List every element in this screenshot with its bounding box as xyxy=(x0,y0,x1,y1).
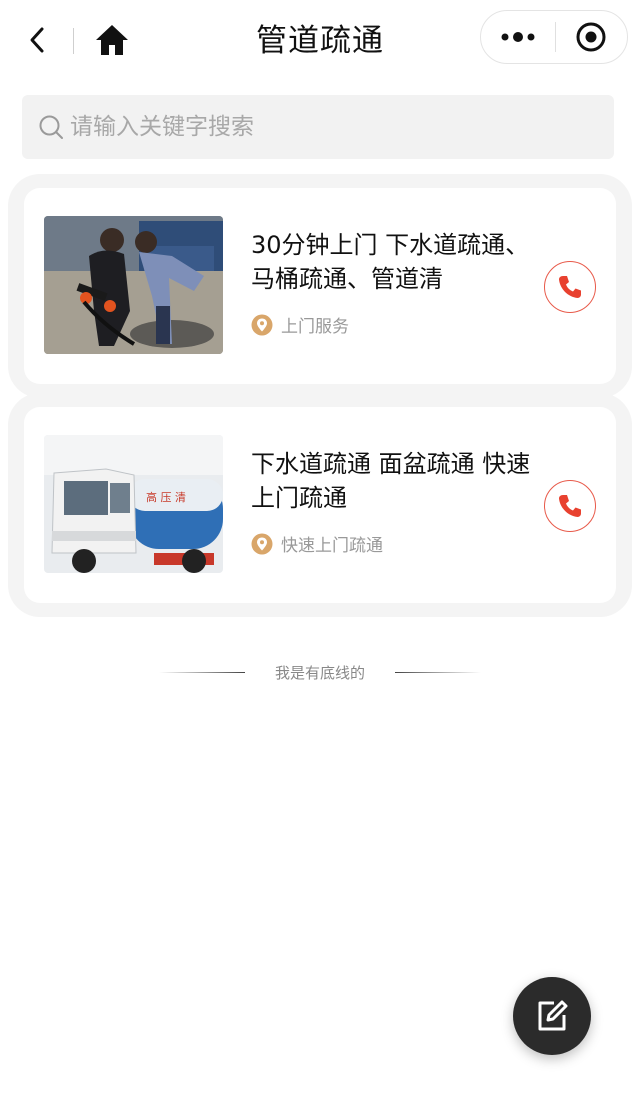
phone-icon xyxy=(559,276,581,298)
home-button[interactable] xyxy=(93,20,131,60)
more-dots-icon xyxy=(501,32,535,42)
listing-tag: 上门服务 xyxy=(251,312,541,337)
search-input[interactable] xyxy=(70,114,590,140)
listing-thumbnail xyxy=(44,216,223,354)
listing-body: 30分钟上门 下水道疏通、马桶疏通、管道清 上门服务 xyxy=(251,228,541,337)
svg-text:高 压 清: 高 压 清 xyxy=(146,490,186,504)
phone-icon xyxy=(559,495,581,517)
end-of-list-indicator: 我是有底线的 xyxy=(0,660,640,684)
target-icon xyxy=(576,22,606,52)
listing-card[interactable]: 高 压 清 下水道疏通 面盆疏通 快速上门疏通 快速上门疏通 xyxy=(24,407,616,603)
workers-clearing-drain-photo xyxy=(44,216,223,354)
edit-icon xyxy=(538,1000,568,1031)
sewer-truck-photo: 高 压 清 xyxy=(44,435,223,573)
search-bar[interactable] xyxy=(22,95,614,159)
call-button[interactable] xyxy=(544,261,596,313)
search-icon xyxy=(38,113,66,141)
listing-title: 30分钟上门 下水道疏通、马桶疏通、管道清 xyxy=(251,231,530,293)
listing-tag-label: 上门服务 xyxy=(281,317,349,337)
more-button[interactable] xyxy=(481,11,555,63)
listing-card-container: 高 压 清 下水道疏通 面盆疏通 快速上门疏通 快速上门疏通 xyxy=(8,393,632,617)
mini-program-capsule xyxy=(480,10,628,64)
listing-card-container: 30分钟上门 下水道疏通、马桶疏通、管道清 上门服务 xyxy=(8,174,632,398)
listing-title: 下水道疏通 面盆疏通 快速上门疏通 xyxy=(251,450,531,512)
listing-thumbnail: 高 压 清 xyxy=(44,435,223,573)
page-title: 管道疏通 xyxy=(256,23,384,59)
divider-line xyxy=(158,671,245,673)
nav-divider xyxy=(73,28,74,54)
location-pin-icon xyxy=(251,314,273,335)
chevron-left-icon xyxy=(30,27,44,53)
post-button[interactable] xyxy=(513,977,591,1055)
location-pin-icon xyxy=(251,533,273,554)
listing-tag-label: 快速上门疏通 xyxy=(281,536,383,556)
close-button[interactable] xyxy=(556,11,628,63)
end-of-list-text: 我是有底线的 xyxy=(274,663,365,682)
listing-body: 下水道疏通 面盆疏通 快速上门疏通 快速上门疏通 xyxy=(251,447,541,556)
back-button[interactable] xyxy=(22,22,52,58)
listing-card[interactable]: 30分钟上门 下水道疏通、马桶疏通、管道清 上门服务 xyxy=(24,188,616,384)
call-button[interactable] xyxy=(544,480,596,532)
nav-bar: 管道疏通 xyxy=(0,0,640,82)
home-icon xyxy=(96,25,128,55)
listing-tag: 快速上门疏通 xyxy=(251,531,541,556)
divider-line xyxy=(395,671,481,673)
